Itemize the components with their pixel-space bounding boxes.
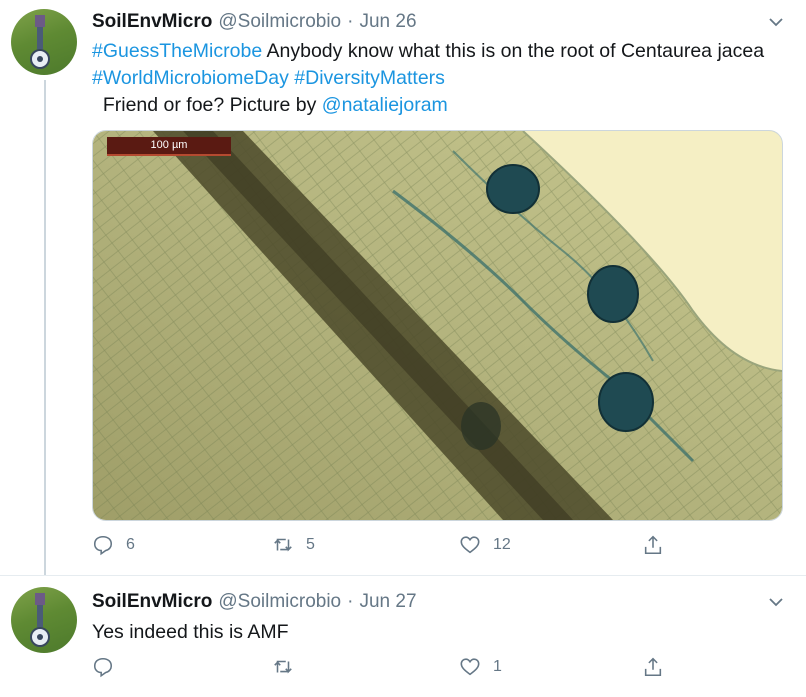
retweet-icon xyxy=(274,660,292,674)
hashtag-link[interactable]: #WorldMicrobiomeDay xyxy=(92,67,289,89)
tweet-actions: 6 5 12 xyxy=(92,534,772,562)
user-handle[interactable]: @Soilmicrobio xyxy=(218,591,341,613)
tweet-body: Anybody know what this is on the root of… xyxy=(262,40,765,62)
tweet-image[interactable]: 100 µm xyxy=(92,130,783,521)
retweet-button[interactable]: 5 xyxy=(272,534,315,556)
scale-bar: 100 µm xyxy=(107,137,231,156)
reply-icon xyxy=(93,535,113,556)
reply-icon xyxy=(93,657,113,678)
chevron-down-icon[interactable] xyxy=(768,594,784,610)
retweet-icon xyxy=(274,538,292,552)
share-button[interactable] xyxy=(642,534,664,556)
reply-button[interactable] xyxy=(92,656,114,678)
tweet-text: Yes indeed this is AMF xyxy=(92,621,289,643)
tweet-date[interactable]: Jun 26 xyxy=(359,11,416,33)
tweet-date[interactable]: Jun 27 xyxy=(359,591,416,613)
avatar-figure xyxy=(30,593,50,647)
like-count: 1 xyxy=(493,658,502,675)
microscope-image xyxy=(93,131,782,520)
like-button[interactable]: 12 xyxy=(459,534,511,556)
avatar[interactable] xyxy=(11,9,77,75)
separator: · xyxy=(347,11,354,32)
heart-icon xyxy=(460,536,480,554)
avatar-figure xyxy=(30,15,50,69)
retweet-button[interactable] xyxy=(272,656,294,678)
mention-link[interactable]: @nataliejoram xyxy=(322,94,448,116)
separator: · xyxy=(347,591,354,612)
reply-count: 6 xyxy=(126,536,135,553)
share-button[interactable] xyxy=(642,656,664,678)
tweet[interactable]: SoilEnvMicro @Soilmicrobio · Jun 27 Yes … xyxy=(0,576,806,697)
tweet[interactable]: SoilEnvMicro @Soilmicrobio · Jun 26 #Gue… xyxy=(0,0,806,576)
tweet-header: SoilEnvMicro @Soilmicrobio · Jun 27 xyxy=(92,590,417,614)
retweet-count: 5 xyxy=(306,536,315,553)
like-count: 12 xyxy=(493,536,511,553)
tweet-body: Friend or foe? Picture by xyxy=(92,94,322,116)
avatar[interactable] xyxy=(11,587,77,653)
hashtag-link[interactable]: #DiversityMatters xyxy=(294,67,445,89)
heart-icon xyxy=(460,658,480,676)
share-icon xyxy=(644,657,662,677)
share-icon xyxy=(644,535,662,555)
user-handle[interactable]: @Soilmicrobio xyxy=(218,11,341,33)
like-button[interactable]: 1 xyxy=(459,656,502,678)
tweet-header: SoilEnvMicro @Soilmicrobio · Jun 26 xyxy=(92,10,417,34)
tweet-actions: 1 xyxy=(92,656,772,684)
user-name[interactable]: SoilEnvMicro xyxy=(92,591,212,613)
tweet-text: #GuessTheMicrobe Anybody know what this … xyxy=(92,38,772,119)
thread-line xyxy=(44,80,46,575)
hashtag-link[interactable]: #GuessTheMicrobe xyxy=(92,40,262,62)
user-name[interactable]: SoilEnvMicro xyxy=(92,11,212,33)
reply-button[interactable]: 6 xyxy=(92,534,135,556)
chevron-down-icon[interactable] xyxy=(768,14,784,30)
